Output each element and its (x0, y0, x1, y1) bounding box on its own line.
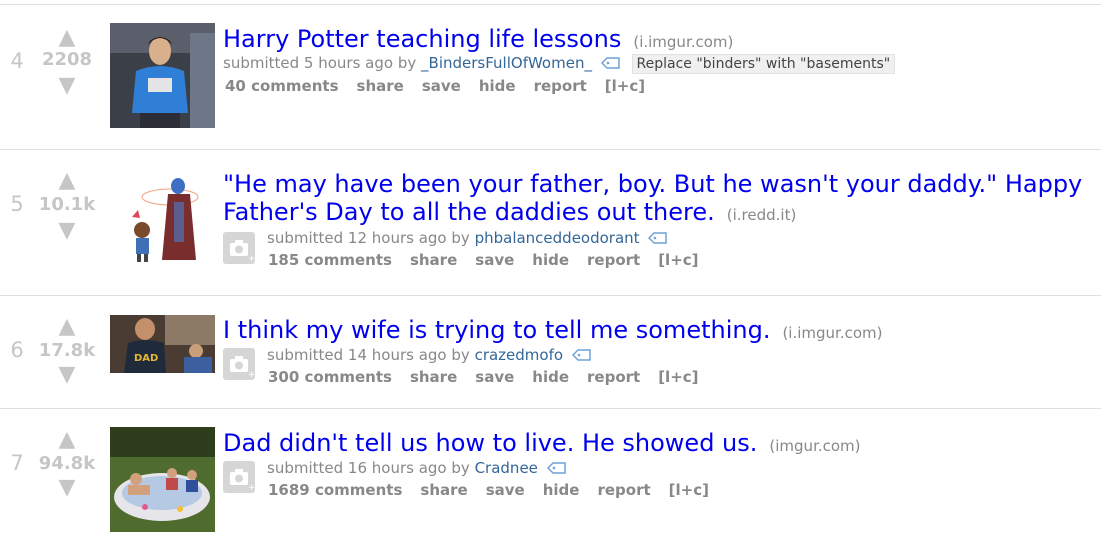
report-button[interactable]: report (587, 251, 640, 269)
downvote-arrow-icon[interactable]: ▼ (52, 364, 82, 386)
post-6: 6 ▲ 17.8k ▼ DAD I think my wife is tryin… (0, 295, 1101, 408)
comments-button[interactable]: 1689 comments (268, 481, 402, 499)
post-title-link[interactable]: "He may have been your father, boy. But … (223, 170, 1082, 229)
hide-button[interactable]: hide (532, 251, 569, 269)
post-tagline: submitted 5 hours ago by _BindersFullOfW… (223, 54, 896, 74)
save-button[interactable]: save (486, 481, 525, 499)
post-title[interactable]: Dad didn't tell us how to live. He showe… (223, 429, 757, 457)
upvote-arrow-icon[interactable]: ▲ (52, 429, 82, 451)
upvote-arrow-icon[interactable]: ▲ (52, 170, 82, 192)
post-title-link[interactable]: Harry Potter teaching life lessons (i.img… (223, 25, 733, 56)
submitted-time: 14 hours ago (347, 346, 447, 364)
expand-button[interactable]: [l+c] (669, 481, 709, 499)
svg-text:+: + (248, 370, 255, 380)
report-button[interactable]: report (534, 77, 587, 95)
upvote-arrow-icon[interactable]: ▲ (52, 27, 82, 49)
save-button[interactable]: save (422, 77, 461, 95)
share-button[interactable]: share (420, 481, 467, 499)
camera-icon: + (223, 461, 256, 493)
post-score: 10.1k (38, 194, 96, 215)
post-thumbnail[interactable]: DAD (110, 315, 215, 373)
post-buttons: 185 comments share save hide report [l+c] (268, 251, 717, 269)
tag-icon[interactable] (571, 347, 592, 365)
svg-text:DAD: DAD (134, 353, 158, 364)
post-thumbnail[interactable] (110, 23, 215, 128)
post-4: 4 ▲ 2208 ▼ Harry Potter teaching life le… (0, 4, 1101, 149)
save-button[interactable]: save (475, 368, 514, 386)
by-label: by (451, 229, 470, 247)
downvote-arrow-icon[interactable]: ▼ (52, 477, 82, 499)
by-label: by (451, 346, 470, 364)
post-title-link[interactable]: Dad didn't tell us how to live. He showe… (223, 429, 861, 460)
post-buttons: 300 comments share save hide report [l+c] (268, 368, 717, 386)
share-button[interactable]: share (410, 251, 457, 269)
expand-button[interactable]: [l+c] (658, 251, 698, 269)
submitted-label: submitted (267, 346, 344, 364)
tag-icon[interactable] (546, 460, 567, 478)
report-button[interactable]: report (587, 368, 640, 386)
comments-button[interactable]: 40 comments (225, 77, 339, 95)
svg-text:+: + (248, 254, 255, 264)
post-thumbnail[interactable] (110, 427, 215, 532)
post-title-link[interactable]: I think my wife is trying to tell me som… (223, 316, 883, 347)
hide-button[interactable]: hide (479, 77, 516, 95)
author-link[interactable]: _BindersFullOfWomen_ (421, 54, 592, 72)
submitted-time: 16 hours ago (347, 459, 447, 477)
svg-text:+: + (248, 483, 255, 493)
post-title-line-1[interactable]: "He may have been your father, boy. But … (223, 170, 1082, 198)
post-score: 94.8k (38, 453, 96, 474)
by-label: by (397, 54, 417, 72)
share-button[interactable]: share (410, 368, 457, 386)
camera-icon: + (223, 232, 256, 264)
comments-button[interactable]: 185 comments (268, 251, 392, 269)
post-score: 2208 (41, 49, 93, 70)
post-title-line-2[interactable]: Father's Day to all the daddies out ther… (223, 198, 715, 226)
post-tagline: submitted 12 hours ago by phbalanceddeod… (267, 229, 668, 248)
tag-icon[interactable] (600, 55, 621, 73)
camera-icon: + (223, 348, 256, 380)
post-domain[interactable]: (i.imgur.com) (633, 33, 733, 51)
post-7: 7 ▲ 94.8k ▼ Dad didn't tell us how to li… (0, 408, 1101, 540)
save-button[interactable]: save (475, 251, 514, 269)
upvote-arrow-icon[interactable]: ▲ (52, 316, 82, 338)
user-flair: Replace "binders" with "basements" (631, 54, 896, 74)
post-title[interactable]: I think my wife is trying to tell me som… (223, 316, 770, 344)
report-button[interactable]: report (597, 481, 650, 499)
post-score: 17.8k (38, 340, 96, 361)
share-button[interactable]: share (357, 77, 404, 95)
downvote-arrow-icon[interactable]: ▼ (52, 220, 82, 242)
by-label: by (451, 459, 470, 477)
author-link[interactable]: crazedmofo (475, 346, 563, 364)
post-5: 5 ▲ 10.1k ▼ "He may have been your fathe… (0, 149, 1101, 295)
post-domain[interactable]: (imgur.com) (769, 437, 860, 455)
post-domain[interactable]: (i.imgur.com) (782, 324, 882, 342)
expand-button[interactable]: [l+c] (605, 77, 645, 95)
post-tagline: submitted 14 hours ago by crazedmofo (267, 346, 592, 365)
post-domain[interactable]: (i.redd.it) (727, 206, 797, 224)
post-buttons: 1689 comments share save hide report [l+c] (268, 481, 727, 499)
comments-button[interactable]: 300 comments (268, 368, 392, 386)
post-title[interactable]: Harry Potter teaching life lessons (223, 25, 621, 53)
downvote-arrow-icon[interactable]: ▼ (52, 75, 82, 97)
tag-icon[interactable] (648, 230, 668, 248)
post-thumbnail[interactable] (120, 172, 210, 267)
submitted-time: 12 hours ago (347, 229, 447, 247)
author-link[interactable]: Cradnee (475, 459, 538, 477)
post-buttons: 40 comments share save hide report [l+c] (225, 77, 663, 95)
submitted-label: submitted (267, 229, 344, 247)
submitted-time: 5 hours ago (303, 54, 394, 72)
hide-button[interactable]: hide (532, 368, 569, 386)
submitted-label: submitted (267, 459, 344, 477)
post-tagline: submitted 16 hours ago by Cradnee (267, 459, 567, 478)
expand-button[interactable]: [l+c] (658, 368, 698, 386)
submitted-label: submitted (223, 54, 300, 72)
hide-button[interactable]: hide (543, 481, 580, 499)
author-link[interactable]: phbalanceddeodorant (475, 229, 640, 247)
